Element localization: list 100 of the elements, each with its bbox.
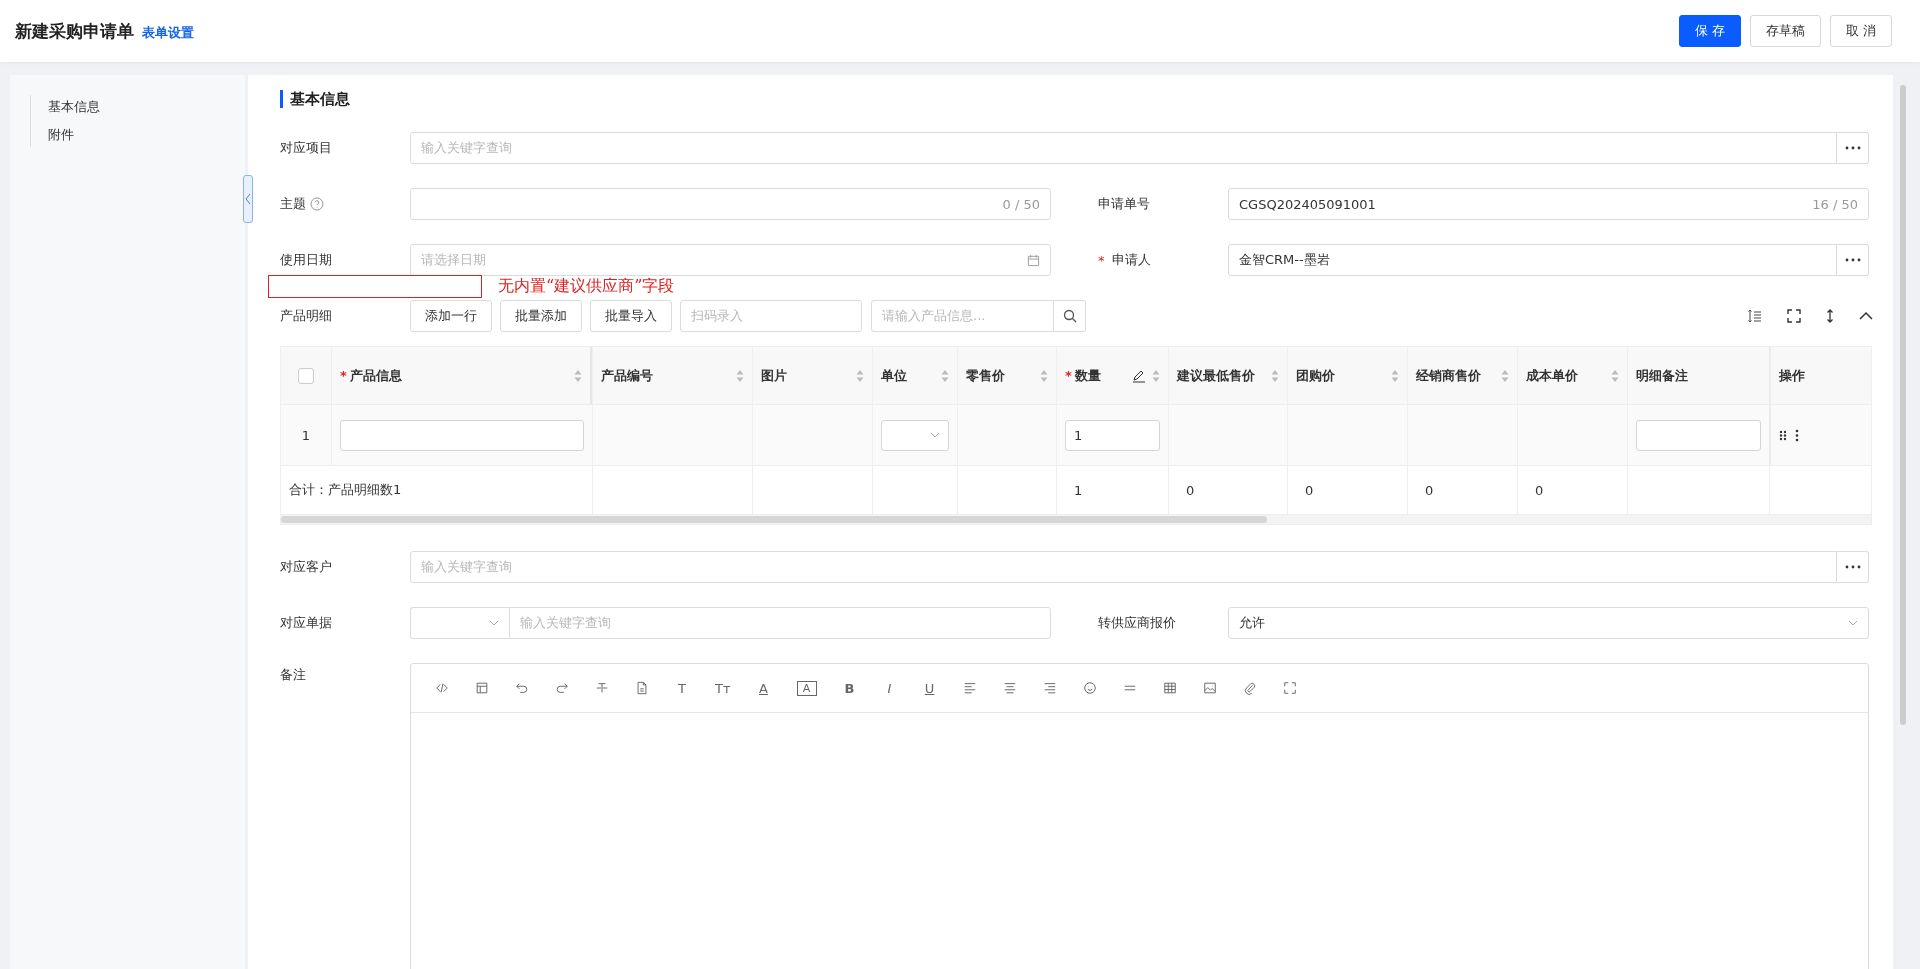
sort-icon[interactable]	[1040, 368, 1048, 383]
sort-icon[interactable]	[941, 368, 949, 383]
search-icon	[1062, 309, 1077, 323]
field-label: 对应客户	[280, 558, 333, 576]
fullscreen-icon[interactable]	[1282, 681, 1297, 695]
undo-icon[interactable]	[515, 681, 529, 695]
format-button[interactable]: T	[675, 680, 689, 696]
align-center-icon[interactable]	[1002, 681, 1017, 695]
table-icon[interactable]	[1162, 681, 1177, 695]
collapse-icon[interactable]	[1859, 311, 1873, 321]
field-label: 对应项目	[280, 139, 333, 157]
collapse-sidebar-handle[interactable]	[243, 175, 253, 223]
chevron-down-icon	[1848, 620, 1858, 626]
character-counter: 16 / 50	[1812, 196, 1858, 212]
sort-icon[interactable]	[1391, 368, 1399, 383]
layout-icon[interactable]	[475, 681, 489, 695]
column-header: 单位	[881, 366, 908, 385]
row-height-icon[interactable]	[1747, 308, 1763, 324]
header-button[interactable]: 保 存	[1678, 15, 1741, 47]
document-icon[interactable]	[635, 681, 649, 695]
field-label: 备注	[280, 666, 307, 684]
required-mark: *	[1098, 252, 1105, 268]
sort-icon[interactable]	[1152, 368, 1160, 383]
sidebar-item[interactable]: 基本信息	[48, 98, 245, 116]
chevron-down-icon	[489, 620, 499, 626]
field-label: 申请单号	[1098, 195, 1151, 213]
format-button[interactable]: B	[842, 680, 857, 696]
cell-input[interactable]: 1	[1065, 419, 1160, 451]
fullscreen-icon[interactable]	[1787, 309, 1801, 323]
more-button[interactable]	[1837, 551, 1869, 583]
request-number-field[interactable]: CGSQ202405091001 16 / 50	[1228, 188, 1869, 220]
table-action-button[interactable]: 添加一行	[410, 300, 492, 332]
sort-icon[interactable]	[1501, 368, 1509, 383]
table-action-button[interactable]: 批量添加	[500, 300, 582, 332]
image-icon[interactable]	[1202, 681, 1217, 695]
more-icon	[1844, 565, 1861, 569]
edit-icon[interactable]	[1132, 368, 1146, 383]
chevron-down-icon	[930, 432, 940, 438]
form-settings-link[interactable]: 表单设置	[142, 23, 194, 42]
format-button[interactable]: Tт	[715, 680, 731, 696]
expand-vertical-icon[interactable]	[1825, 308, 1835, 324]
help-icon[interactable]	[310, 197, 324, 211]
select-all-checkbox[interactable]	[298, 367, 314, 384]
horizontal-scrollbar[interactable]	[281, 516, 1267, 523]
sidebar-item[interactable]: 附件	[48, 126, 245, 144]
field-label: 对应单据	[280, 614, 333, 632]
field-label: 使用日期	[280, 251, 333, 269]
emoji-icon[interactable]	[1082, 681, 1097, 695]
more-icon	[1844, 146, 1861, 150]
unit-select[interactable]	[881, 419, 949, 451]
cell-input[interactable]	[1636, 419, 1761, 451]
page-title: 新建采购申请单	[15, 19, 134, 43]
more-vertical-icon[interactable]	[1795, 428, 1799, 442]
format-button[interactable]: A	[796, 680, 817, 696]
more-icon	[1844, 258, 1861, 262]
total-label: 合计：产品明细数1	[289, 481, 402, 499]
column-header: 经销商售价	[1416, 366, 1482, 385]
align-left-icon[interactable]	[962, 681, 977, 695]
sort-icon[interactable]	[856, 368, 864, 383]
sort-icon[interactable]	[1271, 368, 1279, 383]
more-button[interactable]	[1837, 132, 1869, 164]
column-header: 产品编号	[601, 366, 654, 385]
search-button[interactable]	[1054, 300, 1086, 332]
column-header: 团购价	[1296, 366, 1336, 385]
total-value: 0	[1425, 482, 1434, 498]
table-action-button[interactable]: 批量导入	[590, 300, 672, 332]
sort-icon[interactable]	[736, 368, 744, 383]
field-label: 转供应商报价	[1098, 614, 1177, 632]
row-number: 1	[301, 427, 311, 443]
subject-field[interactable]: 0 / 50	[410, 188, 1051, 220]
field-label: 产品明细	[280, 307, 333, 325]
drag-handle-icon[interactable]	[1779, 429, 1787, 441]
align-right-icon[interactable]	[1042, 681, 1057, 695]
supplier-quote-select[interactable]: 允许	[1228, 607, 1869, 639]
column-header: * 数量	[1065, 366, 1102, 385]
applicant-field[interactable]: 金智CRM--墨岩	[1228, 244, 1837, 276]
field-label: 主题	[280, 195, 306, 213]
format-button[interactable]: A	[756, 680, 771, 696]
format-button[interactable]: U	[922, 680, 937, 696]
vertical-scrollbar[interactable]	[1900, 85, 1906, 725]
total-value: 0	[1186, 482, 1195, 498]
sort-icon[interactable]	[574, 368, 582, 383]
attachment-icon[interactable]	[1242, 681, 1257, 695]
header-button[interactable]: 存草稿	[1749, 15, 1821, 47]
more-button[interactable]	[1837, 244, 1869, 276]
code-icon[interactable]	[435, 681, 449, 695]
strikethrough-icon[interactable]	[595, 681, 609, 695]
document-type-select[interactable]	[410, 607, 509, 639]
cell-input[interactable]	[340, 419, 584, 451]
format-button[interactable]: I	[882, 680, 897, 696]
sort-icon[interactable]	[1611, 368, 1619, 383]
section-title: 基本信息	[280, 90, 350, 108]
column-header: 操作	[1779, 366, 1806, 385]
redo-icon[interactable]	[555, 681, 569, 695]
calendar-icon	[1027, 253, 1040, 267]
column-header: 成本单价	[1526, 366, 1579, 385]
total-value: 1	[1074, 482, 1083, 498]
column-header: 建议最低售价	[1177, 366, 1256, 385]
header-button[interactable]: 取 消	[1829, 15, 1892, 47]
rich-text-editor[interactable]: T Tт A A B I U	[410, 663, 1869, 969]
